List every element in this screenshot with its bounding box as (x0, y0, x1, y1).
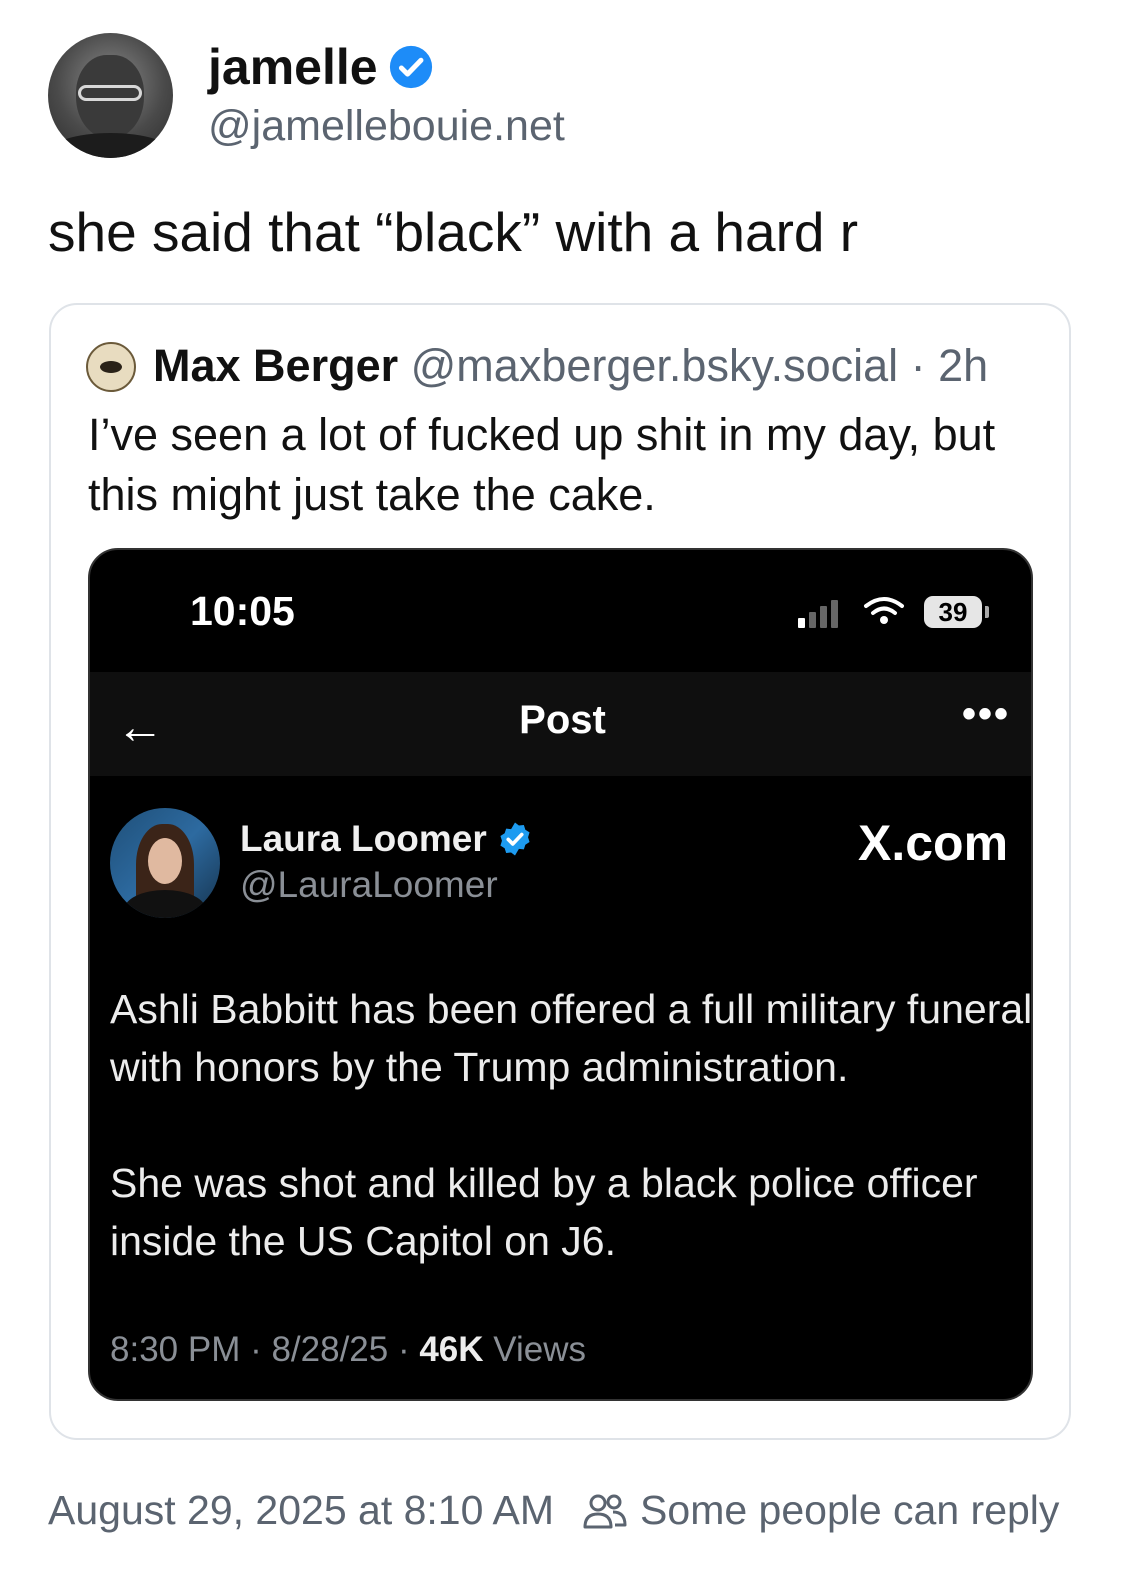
people-icon (583, 1494, 627, 1528)
signal-icon (798, 600, 838, 628)
more-icon[interactable]: ••• (962, 692, 1010, 737)
tweet-meta: 8:30 PM · 8/28/25 · 46K Views (110, 1330, 586, 1370)
author-avatar[interactable] (48, 33, 173, 158)
nav-bar: ← Post ••• (90, 672, 1031, 776)
post-footer: August 29, 2025 at 8:10 AM Some people c… (48, 1487, 1059, 1534)
quote-text: I’ve seen a lot of fucked up shit in my … (88, 409, 996, 520)
tweet-author-row: Laura Loomer (240, 818, 533, 860)
avatar-shoulders (48, 133, 173, 158)
tweet-author-handle[interactable]: @LauraLoomer (240, 864, 498, 906)
battery-icon: 39 (924, 596, 982, 628)
views-count: 46K (419, 1330, 484, 1369)
verified-icon (500, 822, 530, 856)
post-timestamp[interactable]: August 29, 2025 at 8:10 AM (48, 1487, 554, 1534)
quote-author-avatar[interactable] (86, 342, 136, 392)
author-handle[interactable]: @jamellebouie.net (208, 102, 565, 151)
tweet-paragraph: She was shot and killed by a black polic… (110, 1160, 978, 1264)
embedded-screenshot[interactable]: 10:05 39 ← Post ••• Laura Loomer @LauraL… (88, 548, 1033, 1401)
avatar-glasses (78, 85, 142, 101)
nav-title: Post (519, 698, 606, 742)
quote-header: Max Berger @maxberger.bsky.social · 2h (153, 340, 988, 392)
author-name[interactable]: jamelle (208, 38, 378, 96)
wifi-icon (864, 597, 904, 624)
battery-tip (985, 606, 989, 618)
avatar-face (148, 838, 182, 884)
verified-icon (389, 45, 432, 89)
quote-author-handle[interactable]: @maxberger.bsky.social (411, 340, 899, 391)
tweet-author-avatar[interactable] (110, 808, 220, 918)
author-name-row: jamelle (208, 38, 434, 96)
quote-author-name[interactable]: Max Berger (153, 340, 398, 391)
tweet-author-name[interactable]: Laura Loomer (240, 818, 487, 860)
quote-age: · 2h (910, 340, 989, 391)
status-time: 10:05 (190, 588, 295, 634)
x-watermark: X.com (858, 815, 1009, 871)
views-label: Views (483, 1330, 587, 1369)
eye-icon (100, 361, 122, 373)
tweet-body: Ashli Babbitt has been offered a full mi… (110, 980, 1033, 1270)
tweet-timestamp: 8:30 PM · 8/28/25 · (110, 1330, 420, 1369)
reply-setting[interactable]: Some people can reply (640, 1487, 1059, 1534)
post-text: she said that “black” with a hard r (48, 201, 859, 263)
tweet-paragraph: Ashli Babbitt has been offered a full mi… (110, 986, 1033, 1090)
